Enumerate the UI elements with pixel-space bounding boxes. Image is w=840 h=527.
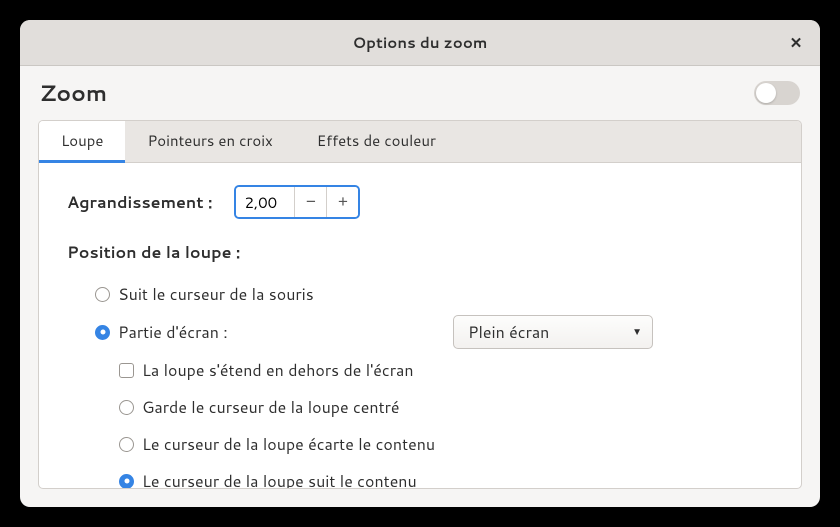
magnification-increment[interactable]: + [326,187,358,217]
close-button[interactable]: ✕ [784,31,808,55]
radio-icon [95,325,110,340]
option-follow-mouse[interactable]: Suit le curseur de la souris [95,278,773,310]
dropdown-value: Plein écran [468,321,549,344]
window-title: Options du zoom [353,32,488,53]
close-icon: ✕ [790,32,803,53]
magnification-row: Agrandissement : − + [67,185,773,219]
zoom-options-window: Options du zoom ✕ Zoom Loupe Pointeurs e… [20,20,820,507]
suboption-follows[interactable]: Le curseur de la loupe suit le contenu [119,465,773,489]
toggle-knob [756,83,776,103]
suboption-pushes[interactable]: Le curseur de la loupe écarte le contenu [119,428,773,460]
suboption-label: Le curseur de la loupe écarte le contenu [142,433,435,456]
tab-loupe[interactable]: Loupe [39,121,125,163]
screen-part-suboptions: La loupe s'étend en dehors de l'écran Ga… [95,354,773,489]
magnification-decrement[interactable]: − [294,187,326,217]
radio-icon [119,474,134,489]
option-label: Suit le curseur de la souris [118,283,314,306]
option-screen-part[interactable]: Partie d'écran : Plein écran ▼ [95,315,773,349]
suboption-label: Le curseur de la loupe suit le contenu [142,470,417,490]
suboption-centered[interactable]: Garde le curseur de la loupe centré [119,391,773,423]
chevron-down-icon: ▼ [632,325,642,339]
position-options: Suit le curseur de la souris Partie d'éc… [67,278,773,489]
screen-part-dropdown[interactable]: Plein écran ▼ [453,315,653,349]
magnification-spin: − + [234,185,360,219]
magnification-label: Agrandissement : [67,191,212,214]
suboption-label: La loupe s'étend en dehors de l'écran [142,359,414,382]
suboption-extends[interactable]: La loupe s'étend en dehors de l'écran [119,354,773,386]
checkbox-icon [119,363,134,378]
radio-icon [95,287,110,302]
tab-bar: Loupe Pointeurs en croix Effets de coule… [39,121,801,163]
option-label: Partie d'écran : [118,321,228,344]
tab-pointeurs[interactable]: Pointeurs en croix [125,121,294,163]
tab-effets[interactable]: Effets de couleur [295,121,458,163]
suboption-label: Garde le curseur de la loupe centré [142,396,400,419]
panel-loupe: Agrandissement : − + Position de la loup… [39,163,801,489]
position-label: Position de la loupe : [67,241,773,264]
magnification-input[interactable] [236,187,294,217]
radio-icon [119,437,134,452]
zoom-header: Zoom [20,66,820,120]
titlebar: Options du zoom ✕ [20,20,820,66]
zoom-heading: Zoom [40,78,107,109]
content-area: Loupe Pointeurs en croix Effets de coule… [38,120,802,489]
radio-icon [119,400,134,415]
zoom-toggle[interactable] [754,81,800,105]
